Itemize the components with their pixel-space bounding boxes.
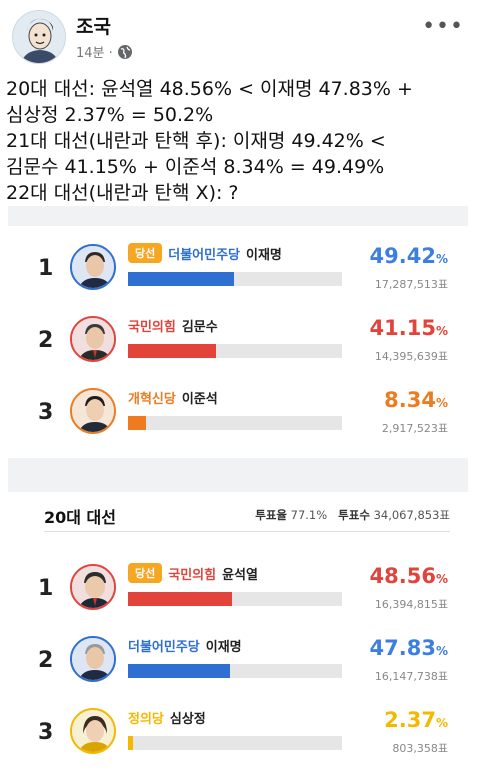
candidate-row: 1 당선 국민의힘 윤석열 48.56% 16,394,815표: [8, 562, 468, 624]
turnout-info: 투표율 77.1% 투표수 34,067,853표: [255, 508, 450, 522]
vote-count: 16,147,738표: [374, 670, 448, 683]
rank: 3: [38, 720, 54, 745]
vote-count: 2,917,523표: [381, 422, 448, 435]
candidate-row: 2 더불어민주당 이재명 47.83% 16,147,738표: [8, 634, 468, 696]
vote-percent: 49.42%: [369, 244, 448, 268]
vote-bar: [128, 592, 342, 606]
candidate-photo: [70, 708, 116, 754]
author-name[interactable]: 조국: [76, 12, 111, 39]
vote-bar: [128, 664, 342, 678]
candidate-row: 1 당선 더불어민주당 이재명 49.42% 17,287,513표: [8, 242, 468, 304]
post-line: 20대 대선: 윤석열 48.56% < 이재명 47.83% +: [6, 78, 413, 100]
vote-bar: [128, 272, 342, 286]
vote-bar: [128, 736, 342, 750]
vote-bar-fill: [128, 272, 234, 286]
candidate-photo: [70, 564, 116, 610]
vote-bar-fill: [128, 664, 231, 678]
candidate-photo: [70, 316, 116, 362]
candidate-photo: [70, 244, 116, 290]
candidate-photo: [70, 388, 116, 434]
vote-count: 803,358표: [392, 742, 448, 755]
vote-bar: [128, 416, 342, 430]
post-text: 20대 대선: 윤석열 48.56% < 이재명 47.83% + 심상정 2.…: [6, 76, 474, 206]
post-line: 심상정 2.37% = 50.2%: [6, 104, 214, 126]
candidate-labels: 당선 국민의힘 윤석열: [128, 562, 258, 584]
candidate-name: 이준석: [181, 391, 218, 407]
vote-percent: 48.56%: [369, 564, 448, 588]
vote-bar-fill: [128, 344, 217, 358]
post-header: 조국 14분 · •••: [12, 10, 468, 66]
candidate-labels: 개혁신당 이준석: [128, 386, 218, 408]
vote-percent: 8.34%: [384, 388, 448, 412]
result-card-20[interactable]: 20대 대선 투표율 77.1% 투표수 34,067,853표 1 당선 국민…: [8, 492, 468, 779]
party-name: 더불어민주당: [128, 639, 200, 655]
card-gap: [8, 458, 468, 492]
vote-percent: 41.15%: [369, 316, 448, 340]
winner-badge: 당선: [128, 243, 163, 263]
rank: 2: [38, 648, 54, 673]
globe-icon: [117, 44, 133, 60]
post-line: 21대 대선(내란과 탄핵 후): 이재명 49.42% <: [6, 130, 386, 152]
rank: 1: [38, 256, 54, 281]
candidate-row: 3 개혁신당 이준석 8.34% 2,917,523표: [8, 386, 468, 448]
card-title: 20대 대선: [44, 508, 116, 527]
party-name: 개혁신당: [128, 391, 176, 407]
candidate-name: 김문수: [181, 319, 218, 335]
vote-count: 16,394,815표: [374, 598, 448, 611]
party-name: 국민의힘: [168, 567, 217, 583]
candidate-row: 2 국민의힘 김문수 41.15% 14,395,639표: [8, 314, 468, 376]
rank: 3: [38, 400, 54, 425]
author-avatar[interactable]: [12, 10, 66, 64]
vote-bar: [128, 344, 342, 358]
party-name: 더불어민주당: [168, 247, 241, 263]
candidate-labels: 당선 더불어민주당 이재명: [128, 242, 282, 264]
image-gap: [8, 206, 468, 226]
more-options-icon[interactable]: •••: [422, 14, 464, 39]
vote-bar-fill: [128, 592, 232, 606]
candidate-labels: 국민의힘 김문수: [128, 314, 218, 336]
candidate-labels: 더불어민주당 이재명: [128, 634, 242, 656]
candidate-photo: [70, 636, 116, 682]
candidate-labels: 정의당 심상정: [128, 706, 206, 728]
candidate-name: 이재명: [246, 247, 282, 263]
post-line: 김문수 41.15% + 이준석 8.34% = 49.49%: [6, 156, 385, 178]
post-meta: 14분 ·: [76, 42, 133, 61]
vote-percent: 47.83%: [369, 636, 448, 660]
candidate-name: 심상정: [169, 711, 206, 727]
rank: 1: [38, 576, 54, 601]
vote-bar-fill: [128, 736, 134, 750]
vote-percent: 2.37%: [384, 708, 448, 732]
result-card-21[interactable]: 1 당선 더불어민주당 이재명 49.42% 17,287,513표 2 국민의…: [8, 226, 468, 458]
party-name: 국민의힘: [128, 319, 176, 335]
rank: 2: [38, 328, 54, 353]
post-time[interactable]: 14분 ·: [76, 42, 113, 61]
post-line: 22대 대선(내란과 탄핵 X): ?: [6, 182, 239, 204]
candidate-row: 3 정의당 심상정 2.37% 803,358표: [8, 706, 468, 768]
vote-count: 14,395,639표: [374, 350, 448, 363]
vote-bar-fill: [128, 416, 146, 430]
vote-count: 17,287,513표: [374, 278, 448, 291]
winner-badge: 당선: [128, 563, 163, 583]
card-header: 20대 대선 투표율 77.1% 투표수 34,067,853표: [44, 492, 450, 532]
party-name: 정의당: [128, 711, 164, 727]
candidate-name: 윤석열: [222, 567, 258, 583]
candidate-name: 이재명: [205, 639, 242, 655]
